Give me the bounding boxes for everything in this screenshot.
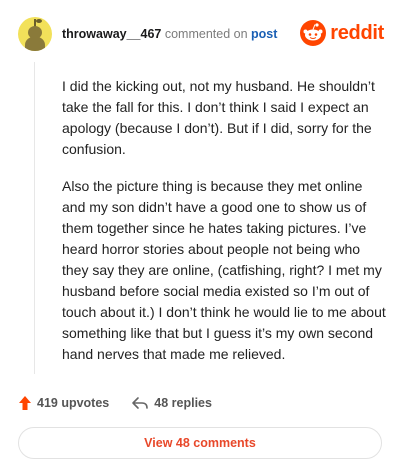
upvote-arrow-icon	[19, 396, 31, 410]
comment-footer: 419 upvotes 48 replies	[18, 392, 384, 414]
username-link[interactable]: throwaway__467	[62, 27, 161, 41]
avatar-icon[interactable]	[18, 17, 52, 51]
post-link[interactable]: post	[251, 27, 277, 41]
reply-arrow-icon	[132, 397, 149, 409]
upvote-count: 419 upvotes	[37, 396, 110, 410]
comment-paragraph: Also the picture thing is because they m…	[62, 178, 386, 362]
comment-header: throwaway__467 commented on post reddit	[18, 14, 384, 54]
view-comments-button[interactable]: View 48 comments	[18, 427, 382, 459]
thread-line	[34, 62, 35, 374]
replies-button[interactable]: 48 replies	[131, 396, 212, 410]
comment-meta: throwaway__467 commented on post	[62, 27, 277, 41]
comment-card: throwaway__467 commented on post reddit …	[0, 0, 400, 476]
comment-paragraph: I did the kicking out, not my husband. H…	[62, 78, 375, 157]
reddit-wordmark: reddit	[330, 21, 384, 44]
reply-count: 48 replies	[154, 396, 212, 410]
reddit-snoo-icon	[300, 20, 327, 46]
reddit-logo[interactable]: reddit	[300, 20, 384, 46]
upvote-button[interactable]: 419 upvotes	[18, 395, 109, 411]
comment-body: I did the kicking out, not my husband. H…	[62, 76, 386, 381]
action-text: commented on	[164, 27, 248, 41]
